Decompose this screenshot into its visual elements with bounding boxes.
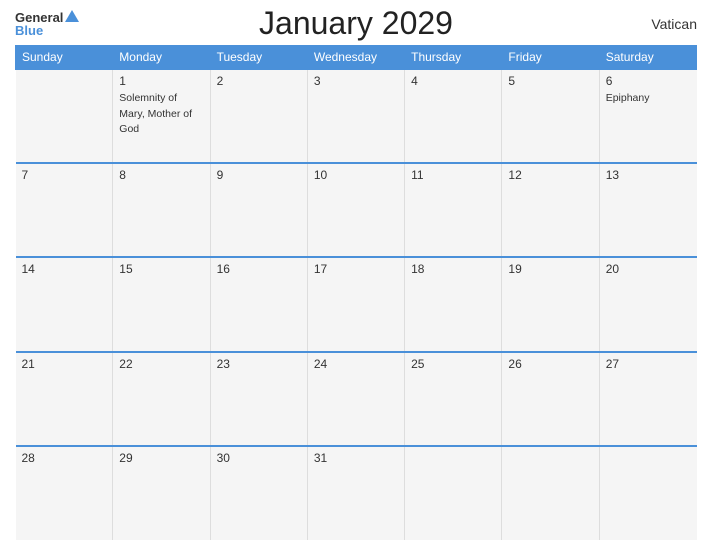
day-number: 6 [606,74,691,88]
day-number: 22 [119,357,203,371]
calendar-title: January 2029 [259,5,453,42]
calendar-wrapper: General Blue January 2029 Vatican Sunday… [0,0,712,550]
day-number: 19 [508,262,592,276]
logo: General Blue [15,10,79,37]
day-number: 15 [119,262,203,276]
weekday-header-tuesday: Tuesday [210,46,307,70]
day-number: 11 [411,168,495,182]
day-number: 26 [508,357,592,371]
day-number: 9 [217,168,301,182]
day-number: 14 [22,262,107,276]
day-number: 24 [314,357,398,371]
day-cell: 21 [16,352,113,446]
weekday-header-wednesday: Wednesday [307,46,404,70]
day-number: 16 [217,262,301,276]
day-cell: 23 [210,352,307,446]
day-cell: 13 [599,163,696,257]
country-label: Vatican [651,16,697,32]
day-cell: 16 [210,257,307,351]
weekday-header-saturday: Saturday [599,46,696,70]
calendar-header: General Blue January 2029 Vatican [15,10,697,37]
day-cell: 29 [113,446,210,540]
day-number: 8 [119,168,203,182]
day-number: 28 [22,451,107,465]
day-cell: 5 [502,69,599,163]
day-number: 3 [314,74,398,88]
day-cell: 7 [16,163,113,257]
day-cell: 19 [502,257,599,351]
day-number: 1 [119,74,203,88]
day-number: 7 [22,168,107,182]
week-row-3: 14 15 16 17 18 19 20 [16,257,697,351]
day-cell: 25 [405,352,502,446]
weekday-header-row: SundayMondayTuesdayWednesdayThursdayFrid… [16,46,697,70]
day-event: Solemnity of Mary, Mother of God [119,92,192,135]
day-number: 18 [411,262,495,276]
logo-blue-text: Blue [15,24,43,37]
week-row-5: 28 29 30 31 [16,446,697,540]
day-number: 2 [217,74,301,88]
day-number: 12 [508,168,592,182]
day-number: 4 [411,74,495,88]
day-number: 10 [314,168,398,182]
day-cell: 11 [405,163,502,257]
day-cell [405,446,502,540]
week-row-1: 1 Solemnity of Mary, Mother of God 23456 Ep… [16,69,697,163]
day-number: 23 [217,357,301,371]
day-number: 20 [606,262,691,276]
day-cell: 9 [210,163,307,257]
week-row-4: 21 22 23 24 25 26 27 [16,352,697,446]
day-cell: 15 [113,257,210,351]
day-cell: 31 [307,446,404,540]
day-cell: 22 [113,352,210,446]
weekday-header-thursday: Thursday [405,46,502,70]
day-event: Epiphany [606,92,650,104]
day-number: 17 [314,262,398,276]
day-cell: 8 [113,163,210,257]
day-cell [599,446,696,540]
day-cell: 3 [307,69,404,163]
day-cell: 30 [210,446,307,540]
logo-general-text: General [15,11,63,24]
day-number: 31 [314,451,398,465]
day-cell: 12 [502,163,599,257]
weekday-header-sunday: Sunday [16,46,113,70]
day-cell: 14 [16,257,113,351]
day-cell: 28 [16,446,113,540]
day-cell: 6 Epiphany [599,69,696,163]
weekday-header-monday: Monday [113,46,210,70]
day-number: 13 [606,168,691,182]
day-number: 30 [217,451,301,465]
day-number: 21 [22,357,107,371]
day-cell [502,446,599,540]
day-cell: 24 [307,352,404,446]
logo-triangle-icon [65,10,79,22]
week-row-2: 789 10 11 12 13 [16,163,697,257]
day-cell: 2 [210,69,307,163]
day-cell: 18 [405,257,502,351]
day-cell: 27 [599,352,696,446]
day-number: 29 [119,451,203,465]
day-cell [16,69,113,163]
weekday-header-friday: Friday [502,46,599,70]
day-cell: 4 [405,69,502,163]
day-cell: 20 [599,257,696,351]
day-number: 25 [411,357,495,371]
day-cell: 26 [502,352,599,446]
day-cell: 1 Solemnity of Mary, Mother of God [113,69,210,163]
day-number: 27 [606,357,691,371]
calendar-table: SundayMondayTuesdayWednesdayThursdayFrid… [15,45,697,540]
day-cell: 10 [307,163,404,257]
day-cell: 17 [307,257,404,351]
day-number: 5 [508,74,592,88]
